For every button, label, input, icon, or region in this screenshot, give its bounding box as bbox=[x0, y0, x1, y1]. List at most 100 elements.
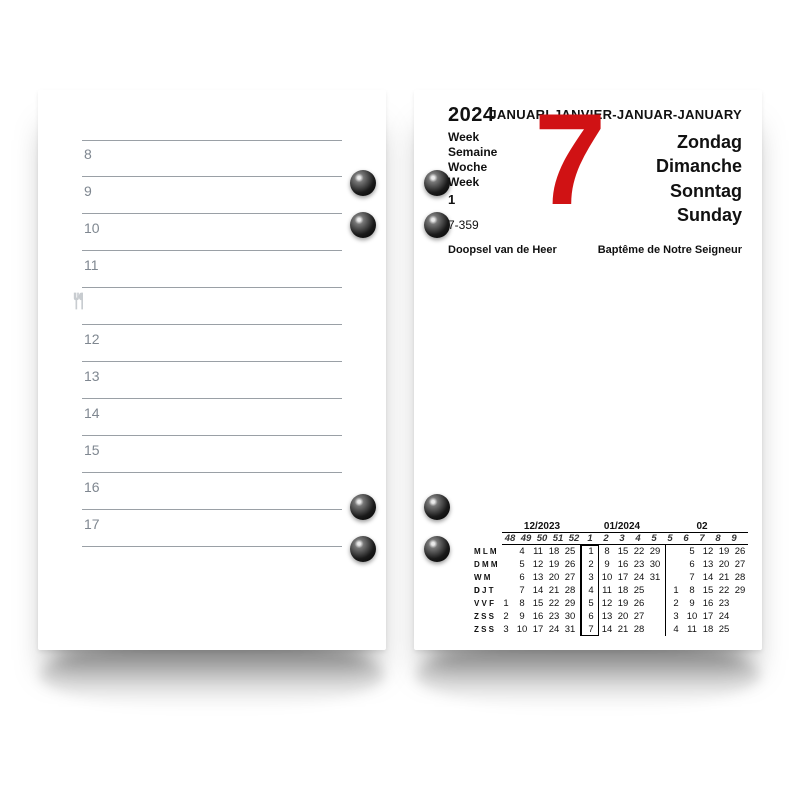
mini-day: 28 bbox=[732, 571, 748, 584]
mini-column: 15161718192021 bbox=[615, 545, 631, 636]
mini-day: 11 bbox=[684, 623, 700, 636]
mini-day: 4 bbox=[583, 584, 599, 597]
mini-column: 123 bbox=[498, 545, 514, 636]
left-page: 891011121314151617 bbox=[38, 90, 386, 650]
mini-day: 10 bbox=[599, 571, 615, 584]
week-label: Semaine bbox=[448, 145, 497, 160]
mini-day: 19 bbox=[716, 545, 732, 558]
mini-day: 23 bbox=[631, 558, 647, 571]
hour-label: 15 bbox=[84, 442, 100, 458]
holiday-name-left: Doopsel van de Heer bbox=[448, 244, 557, 256]
mini-day: 5 bbox=[583, 597, 599, 610]
mini-day: 14 bbox=[700, 571, 716, 584]
mini-day: 17 bbox=[530, 623, 546, 636]
hour-label: 16 bbox=[84, 479, 100, 495]
cutlery-icon bbox=[68, 290, 88, 312]
mini-week-number: 9 bbox=[726, 533, 742, 544]
mini-day: 16 bbox=[615, 558, 631, 571]
mini-day: 16 bbox=[530, 610, 546, 623]
dow-letter: D J T bbox=[474, 584, 498, 597]
mini-day: 9 bbox=[684, 597, 700, 610]
binder-hole bbox=[350, 170, 376, 196]
shadow bbox=[416, 640, 760, 710]
year: 2024 bbox=[448, 104, 495, 126]
hour-label: 10 bbox=[84, 220, 100, 236]
binder-hole bbox=[424, 494, 450, 520]
mini-day: 31 bbox=[647, 571, 663, 584]
mini-column: 25262728293031 bbox=[562, 545, 578, 636]
mini-day: 21 bbox=[546, 584, 562, 597]
mini-day bbox=[732, 610, 748, 623]
hour-planner: 891011121314151617 bbox=[82, 140, 342, 610]
hour-row: 16 bbox=[82, 473, 342, 510]
hour-row: 9 bbox=[82, 177, 342, 214]
mini-day: 9 bbox=[599, 558, 615, 571]
mini-column: 1234 bbox=[665, 545, 684, 636]
mini-day: 2 bbox=[498, 610, 514, 623]
mini-day: 6 bbox=[583, 610, 599, 623]
hour-row: 14 bbox=[82, 399, 342, 436]
mini-day: 27 bbox=[631, 610, 647, 623]
mini-day: 6 bbox=[514, 571, 530, 584]
mini-day: 13 bbox=[530, 571, 546, 584]
mini-week-number: 52 bbox=[566, 533, 582, 544]
mini-day: 29 bbox=[647, 545, 663, 558]
mini-column: 19202122232425 bbox=[716, 545, 732, 636]
mini-day: 20 bbox=[615, 610, 631, 623]
mini-month-label: 02 bbox=[662, 521, 742, 532]
mini-day: 27 bbox=[562, 571, 578, 584]
mini-week-number: 5 bbox=[662, 533, 678, 544]
day-name: Dimanche bbox=[656, 154, 742, 178]
week-number: 1 bbox=[448, 192, 497, 208]
week-label: Week bbox=[448, 130, 497, 145]
mini-day bbox=[498, 558, 514, 571]
mini-day: 12 bbox=[530, 558, 546, 571]
mini-day: 19 bbox=[546, 558, 562, 571]
mini-day: 3 bbox=[583, 571, 599, 584]
hour-row: 17 bbox=[82, 510, 342, 547]
mini-day: 19 bbox=[615, 597, 631, 610]
mini-day: 12 bbox=[599, 597, 615, 610]
month-names: JANUARI-JANVIER-JANUAR-JANUARY bbox=[489, 107, 742, 122]
mini-day: 16 bbox=[700, 597, 716, 610]
mini-day: 25 bbox=[631, 584, 647, 597]
binder-hole bbox=[424, 536, 450, 562]
rule bbox=[82, 546, 342, 547]
mini-week-number: 3 bbox=[614, 533, 630, 544]
mini-day: 24 bbox=[716, 610, 732, 623]
mini-day: 25 bbox=[716, 623, 732, 636]
mini-day bbox=[647, 623, 663, 636]
mini-column: 26272829 bbox=[732, 545, 748, 636]
mini-column: 1234567 bbox=[580, 545, 599, 636]
hour-label: 17 bbox=[84, 516, 100, 532]
mini-month-label: 12/2023 bbox=[502, 521, 582, 532]
mini-day: 22 bbox=[546, 597, 562, 610]
mini-day: 14 bbox=[599, 623, 615, 636]
mini-day: 4 bbox=[514, 545, 530, 558]
holiday-name-right: Baptême de Notre Seigneur bbox=[598, 244, 742, 256]
mini-column: 567891011 bbox=[684, 545, 700, 636]
day-of-year: 7-359 bbox=[448, 218, 479, 232]
mini-day: 29 bbox=[732, 584, 748, 597]
dow-letter: Z S S bbox=[474, 623, 498, 636]
mini-day bbox=[647, 584, 663, 597]
mini-week-number: 2 bbox=[598, 533, 614, 544]
day-number: 7 bbox=[534, 94, 600, 224]
day-of-week-letters: M L MD M MW M DD J TV V FZ S SZ S S bbox=[474, 545, 498, 636]
hour-row: 15 bbox=[82, 436, 342, 473]
mini-day bbox=[498, 571, 514, 584]
shadow bbox=[40, 640, 384, 710]
mini-column: 12131415161718 bbox=[700, 545, 716, 636]
dow-letter: D M M bbox=[474, 558, 498, 571]
mini-day: 1 bbox=[668, 584, 684, 597]
mini-day: 8 bbox=[684, 584, 700, 597]
mini-day: 12 bbox=[700, 545, 716, 558]
mini-day: 8 bbox=[514, 597, 530, 610]
hour-label: 8 bbox=[84, 146, 92, 162]
mini-week-number: 1 bbox=[582, 533, 598, 544]
binder-hole bbox=[350, 494, 376, 520]
mini-day bbox=[668, 558, 684, 571]
mini-grid: M L MD M MW M DD J TV V FZ S SZ S S 1234… bbox=[474, 545, 748, 636]
hour-label: 11 bbox=[84, 257, 99, 273]
hour-label: 9 bbox=[84, 183, 92, 199]
